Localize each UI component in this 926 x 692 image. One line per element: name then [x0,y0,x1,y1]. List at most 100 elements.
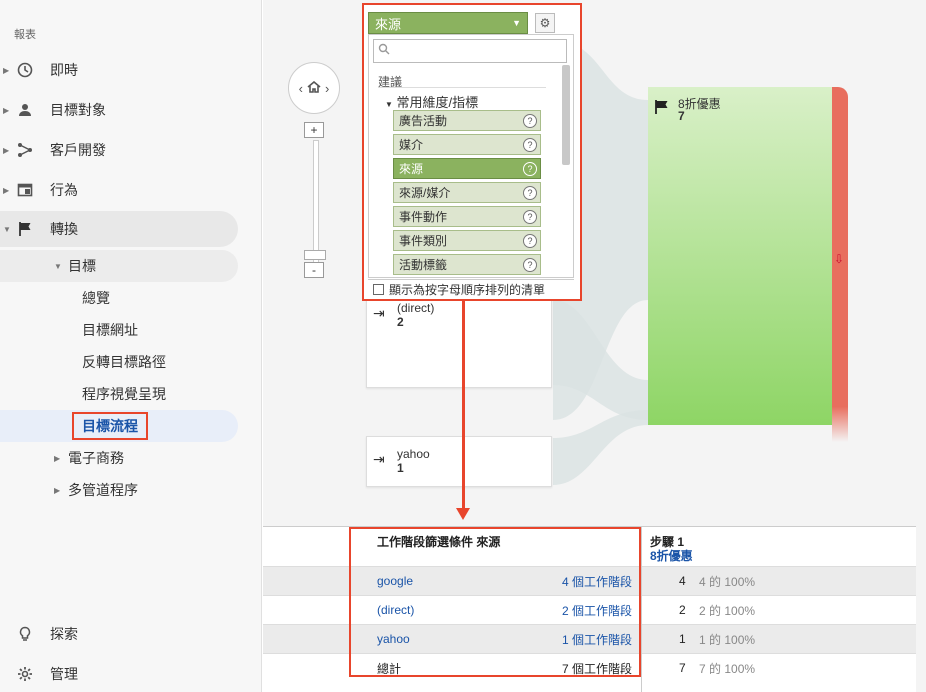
dimension-option[interactable]: 活動標籤 ? [393,254,541,275]
step-count-cell: 2 [679,603,686,617]
caret-down-icon: ▼ [385,100,393,109]
flag-icon [654,99,670,120]
list-scrollbar[interactable] [562,65,570,165]
node-count: 2 [397,315,404,329]
zoom-in-button[interactable]: + [304,122,324,138]
dimension-select[interactable]: 來源 ▼ [368,12,528,34]
caret-right-icon: ▶ [3,185,10,195]
sidebar-item-label: 行為 [50,182,78,198]
dimension-option-selected[interactable]: 來源 ? [393,158,541,179]
sidebar-item-label: 目標網址 [82,322,138,338]
section-divider [378,87,546,88]
step-count-cell: 1 [679,632,686,646]
column-header-step-goal[interactable]: 8折優惠 [650,547,693,564]
zoom-out-button[interactable]: - [304,262,324,278]
alphabetical-toggle[interactable]: 顯示為按字母順序排列的清單 [368,279,574,299]
dimension-option[interactable]: 事件類別 ? [393,230,541,251]
dimension-select-value: 來源 [375,16,402,32]
node-label: yahoo [397,447,430,461]
column-divider [641,527,642,692]
caret-down-icon: ▼ [54,261,62,271]
help-icon[interactable]: ? [523,114,537,128]
dimension-group-header[interactable]: ▼ 常用維度/指標 [385,92,478,111]
behavior-icon [16,181,34,199]
sidebar-item-behavior[interactable]: ▶ 行為 [0,172,238,208]
sidebar-item-label: 客戶開發 [50,142,106,158]
dimension-option[interactable]: 媒介 ? [393,134,541,155]
sidebar-item-realtime[interactable]: ▶ 即時 [0,52,238,88]
sidebar-item-label: 管理 [50,666,78,682]
sidebar-item-goals-overview[interactable]: 總覽 [0,282,238,314]
flag-icon [16,220,34,238]
sidebar-item-label: 反轉目標路徑 [82,354,166,370]
sidebar-item-label: 電子商務 [68,450,124,466]
step-percent-cell: 1 的 100% [699,632,756,647]
sidebar-item-acquisition[interactable]: ▶ 客戶開發 [0,132,238,168]
dimension-option-label: 活動標籤 [399,258,448,272]
chevron-left-icon[interactable]: ‹ [299,81,303,96]
source-node-direct[interactable]: ⇥ (direct) 2 [366,290,552,388]
goal-node[interactable]: 8折優惠 7 [648,87,832,425]
dimension-option-label: 媒介 [399,138,424,152]
sidebar-item-label: 程序視覺呈現 [82,386,166,402]
caret-right-icon: ▶ [3,65,10,75]
home-icon[interactable] [307,80,321,96]
goal-count: 7 [678,109,685,123]
sidebar-item-goals[interactable]: ▼ 目標 [0,250,238,282]
sidebar-item-label: 目標對象 [50,102,106,118]
chevron-down-icon: ▼ [512,18,521,28]
dimension-option-label: 事件類別 [399,234,448,248]
dimension-option[interactable]: 事件動作 ? [393,206,541,227]
help-icon[interactable]: ? [523,186,537,200]
settings-gear-button[interactable]: ⚙ [535,13,555,33]
node-count: 1 [397,461,404,475]
sidebar: 報表 ▶ 即時 ▶ 目標對象 ▶ 客戶開發 ▶ 行為 ▼ 轉換 ▼ 目標 總覽 … [0,0,262,692]
sidebar-item-ecommerce[interactable]: ▶ 電子商務 [0,442,238,474]
sidebar-item-label: 總覽 [82,290,110,306]
sidebar-item-reverse-goal-path[interactable]: 反轉目標路徑 [0,346,238,378]
dimension-search-input[interactable] [373,39,567,63]
dimension-option-label: 來源/媒介 [399,186,451,200]
entry-arrow-icon: ⇥ [373,305,385,321]
dimension-picker-popup: 來源 ▼ ⚙ 建議 ▼ 常用維度/指標 廣告活動 ? 媒介 ? 來源 ? 來源/… [362,3,582,301]
help-icon[interactable]: ? [523,258,537,272]
sidebar-item-label: 多管道程序 [68,482,138,498]
dimension-option-label: 事件動作 [399,210,448,224]
source-node-yahoo[interactable]: ⇥ yahoo 1 [366,436,552,487]
step-count-cell: 4 [679,574,686,588]
caret-right-icon: ▶ [54,453,61,463]
sidebar-item-multichannel[interactable]: ▶ 多管道程序 [0,474,238,506]
sidebar-item-audience[interactable]: ▶ 目標對象 [0,92,238,128]
zoom-track[interactable] [313,140,319,266]
caret-down-icon: ▼ [3,224,11,234]
pan-control[interactable]: ‹ › [288,62,340,114]
step-percent-cell: 2 的 100% [699,603,756,618]
caret-right-icon: ▶ [3,145,10,155]
sidebar-item-label: 探索 [50,626,78,642]
sidebar-item-admin[interactable]: 管理 [0,656,238,692]
dimension-option[interactable]: 來源/媒介 ? [393,182,541,203]
sidebar-item-funnel-visualization[interactable]: 程序視覺呈現 [0,378,238,410]
help-icon[interactable]: ? [523,234,537,248]
dimension-option[interactable]: 廣告活動 ? [393,110,541,131]
sidebar-item-label: 轉換 [50,221,78,237]
dimension-option-label: 來源 [399,162,424,176]
table-highlight-box [349,527,641,677]
sidebar-item-goal-urls[interactable]: 目標網址 [0,314,238,346]
zoom-slider[interactable]: + - [304,122,326,282]
help-icon[interactable]: ? [523,138,537,152]
dimension-option-label: 廣告活動 [399,114,448,128]
alphabetical-checkbox[interactable] [373,284,384,295]
help-icon[interactable]: ? [523,162,537,176]
chevron-right-icon[interactable]: › [325,81,329,96]
sidebar-item-goal-flow[interactable]: 目標流程 [0,410,238,442]
zoom-handle[interactable] [304,250,326,260]
node-label: (direct) [397,301,435,315]
step-count-cell: 7 [679,661,686,675]
sidebar-item-conversions[interactable]: ▼ 轉換 [0,211,238,247]
sidebar-item-discover[interactable]: 探索 [0,616,238,652]
caret-right-icon: ▶ [3,105,10,115]
dimension-list: 建議 ▼ 常用維度/指標 廣告活動 ? 媒介 ? 來源 ? 來源/媒介 ? 事件… [368,34,574,278]
help-icon[interactable]: ? [523,210,537,224]
step-percent-cell: 4 的 100% [699,574,756,589]
